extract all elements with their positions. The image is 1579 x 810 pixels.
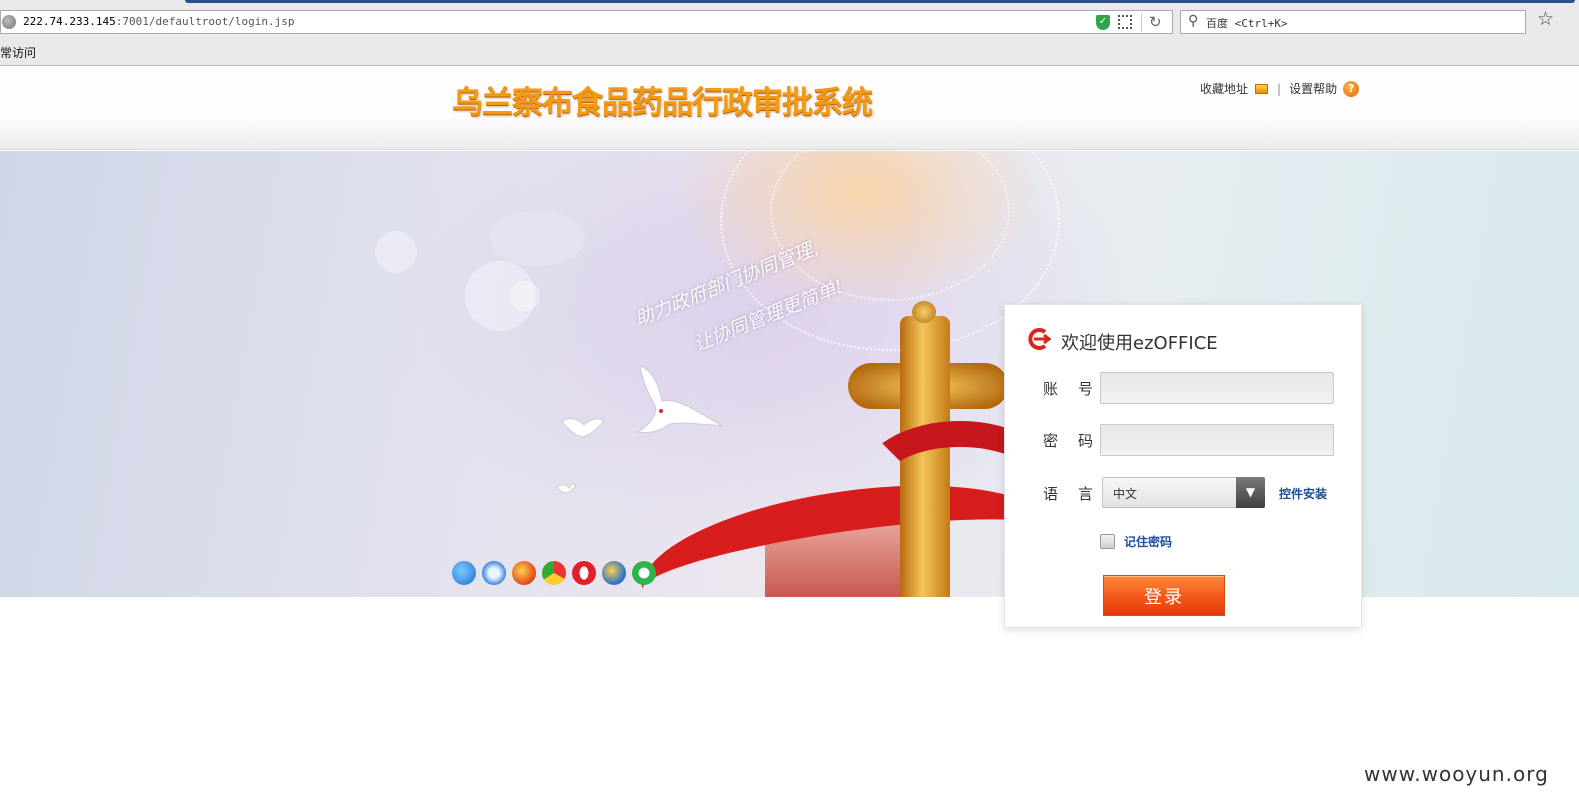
login-button[interactable]: 登录 [1103, 575, 1225, 616]
search-icon: ⚲ [1188, 13, 1199, 29]
bookmark-item[interactable]: 常访问 [0, 44, 36, 61]
folder-icon[interactable] [1255, 83, 1269, 94]
ie-icon [452, 561, 476, 585]
bubble [510, 281, 540, 311]
language-value: 中文 [1113, 487, 1138, 501]
url-text[interactable]: 222.74.233.145:7001/defaultroot/login.js… [23, 15, 295, 28]
reload-icon[interactable]: ↻ [1149, 13, 1162, 31]
page-header: 乌兰察布食品药品行政审批系统 收藏地址 | 设置帮助 ? [0, 67, 1579, 150]
login-title: 欢迎使用ezOFFICE [1061, 333, 1218, 354]
supported-browsers [452, 561, 656, 585]
shield-icon[interactable]: ✓ [1096, 15, 1110, 30]
bubble [490, 211, 585, 266]
help-icon[interactable]: ? [1343, 80, 1360, 97]
site-title: 乌兰察布食品药品行政审批系统 [452, 85, 873, 121]
huabiao-top-image [912, 301, 936, 323]
ezoffice-logo-icon [1028, 328, 1051, 350]
search-box[interactable]: ⚲ 百度 <Ctrl+K> [1180, 10, 1526, 34]
install-controls-link[interactable]: 控件安装 [1279, 485, 1327, 502]
active-tab-indicator [185, 0, 1575, 3]
dove-icon [561, 418, 605, 438]
url-path: :7001/defaultroot/login.jsp [115, 15, 295, 28]
help-link[interactable]: 设置帮助 [1289, 80, 1337, 97]
browser-toolbar: 222.74.233.145:7001/defaultroot/login.js… [0, 0, 1579, 66]
safari-icon [482, 561, 506, 585]
360-browser-icon [632, 561, 656, 585]
chevron-down-icon[interactable]: ▼ [1236, 477, 1265, 508]
link-divider: | [1277, 81, 1282, 96]
firefox-icon [512, 561, 536, 585]
divider [1141, 14, 1142, 32]
address-bar[interactable]: 222.74.233.145:7001/defaultroot/login.js… [0, 10, 1173, 34]
favorites-link[interactable]: 收藏地址 [1200, 80, 1248, 97]
chrome-icon [542, 561, 566, 585]
remember-password-checkbox[interactable] [1100, 534, 1115, 549]
opera-icon [572, 561, 596, 585]
header-links: 收藏地址 | 设置帮助 ? [1200, 80, 1360, 97]
bookmark-star-icon[interactable]: ☆ [1537, 8, 1554, 30]
url-host: 222.74.233.145 [23, 15, 116, 28]
maxthon-icon [602, 561, 626, 585]
language-select[interactable]: 中文 ▼ [1102, 477, 1265, 508]
qr-code-icon[interactable] [1118, 15, 1132, 29]
search-placeholder: 百度 <Ctrl+K> [1206, 17, 1288, 30]
password-input[interactable] [1100, 424, 1334, 456]
globe-icon [2, 15, 16, 29]
dove-icon [556, 483, 577, 494]
login-panel: 欢迎使用ezOFFICE 账号 密码 语言 中文 ▼ 控件安装 记住密码 登录 [1004, 304, 1362, 628]
dove-icon [636, 365, 723, 434]
remember-password-label[interactable]: 记住密码 [1124, 533, 1172, 550]
account-input[interactable] [1100, 372, 1334, 404]
watermark: www.wooyun.org [1364, 762, 1549, 786]
bubble [375, 231, 417, 273]
